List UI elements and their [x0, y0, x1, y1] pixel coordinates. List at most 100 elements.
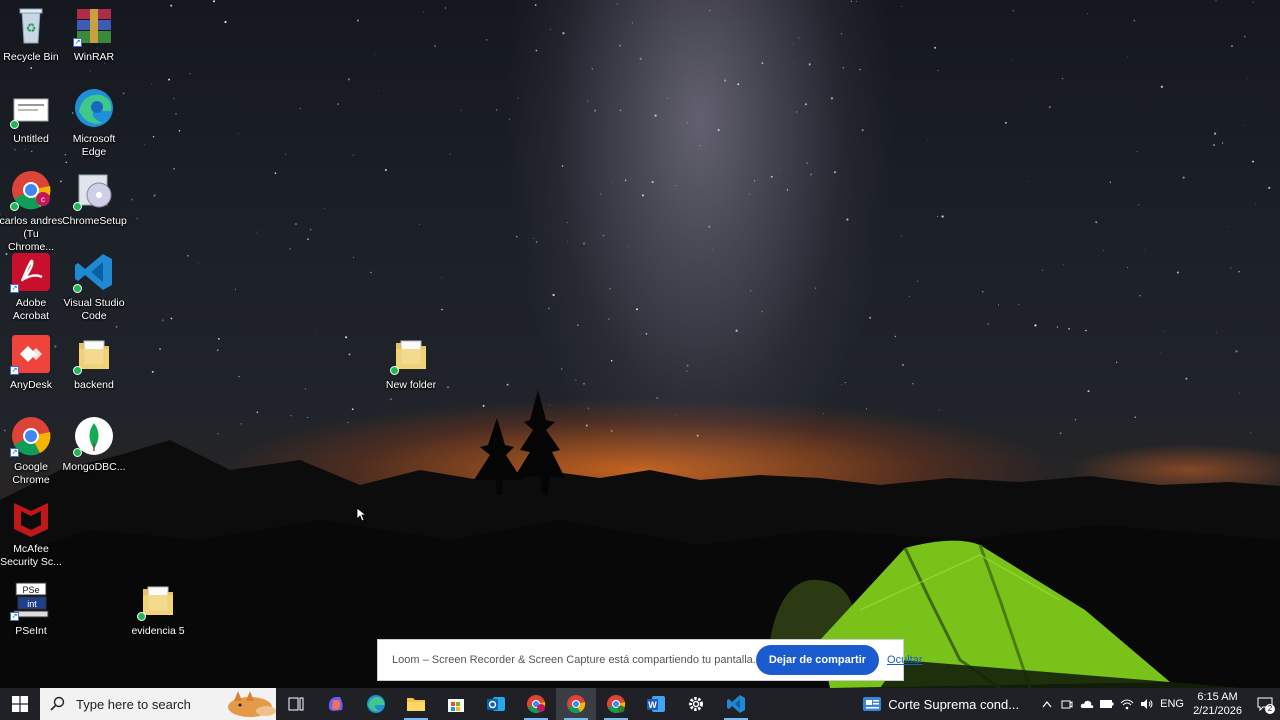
- pseint-icon: PSe int ↗: [10, 579, 52, 621]
- vscode-icon: [727, 695, 745, 713]
- notification-center-button[interactable]: 2: [1250, 688, 1280, 720]
- desktop-icon-new-folder[interactable]: New folder: [379, 333, 443, 392]
- tray-meet-now[interactable]: [1057, 688, 1077, 720]
- desktop-icon-label: carlos andres (Tu Chrome...: [0, 215, 63, 253]
- taskbar-search-box[interactable]: Type here to search: [40, 688, 276, 720]
- desktop-icon-label: AnyDesk: [9, 379, 52, 391]
- show-hidden-icons-button[interactable]: [1037, 688, 1057, 720]
- tray-language[interactable]: ENG: [1157, 688, 1187, 720]
- sync-status-icon: [73, 202, 82, 211]
- microsoft-store-icon: [448, 699, 464, 712]
- taskbar-app-copilot[interactable]: [316, 688, 356, 720]
- desktop-icon-untitled[interactable]: Untitled: [0, 87, 63, 146]
- desktop-icon-mcafee[interactable]: McAfee Security Sc...: [0, 497, 63, 569]
- file-explorer-icon: [407, 698, 425, 711]
- taskbar-app-vscode[interactable]: [716, 688, 756, 720]
- stop-sharing-button[interactable]: Dejar de compartir: [755, 645, 880, 675]
- cloud-icon: [1080, 700, 1094, 708]
- chrome-profile-icon: [527, 695, 546, 713]
- mouse-cursor-icon: [356, 507, 366, 522]
- desktop-icon-label: backend: [74, 379, 114, 391]
- recycle-bin-icon: ♻: [10, 5, 52, 47]
- desktop-icon-adobe-acrobat[interactable]: ↗ Adobe Acrobat: [0, 251, 63, 323]
- news-widget[interactable]: Corte Suprema cond...: [862, 695, 1019, 713]
- task-view-button[interactable]: [276, 688, 316, 720]
- mongodb-icon: [73, 415, 115, 457]
- desktop-icon-label: Untitled: [13, 133, 49, 145]
- screen-share-bar: Loom – Screen Recorder & Screen Capture …: [377, 639, 923, 681]
- sync-status-icon: [137, 612, 146, 621]
- tray-battery[interactable]: [1097, 688, 1117, 720]
- desktop-icon-label: MongoDBC...: [62, 461, 126, 473]
- desktop-icon-winrar[interactable]: ↗ WinRAR: [62, 5, 126, 64]
- mcafee-icon: [10, 497, 52, 539]
- wifi-icon: [1120, 699, 1134, 710]
- anydesk-icon: ↗: [10, 333, 52, 375]
- desktop-icon-vscode[interactable]: Visual Studio Code: [62, 251, 126, 323]
- desktop-icon-label: WinRAR: [73, 51, 115, 63]
- desktop-icon-label: Recycle Bin: [3, 51, 59, 63]
- taskbar-app-file-explorer[interactable]: [396, 688, 436, 720]
- desktop-icon-pseint[interactable]: PSe int ↗ PSeInt: [0, 579, 63, 638]
- taskbar-app-settings[interactable]: [676, 688, 716, 720]
- sync-status-icon: [10, 202, 19, 211]
- taskbar-app-chrome[interactable]: [556, 688, 596, 720]
- tray-volume[interactable]: [1137, 688, 1157, 720]
- desktop-icon-chrome-profile[interactable]: c carlos andres (Tu Chrome...: [0, 169, 63, 254]
- taskbar-app-outlook[interactable]: [476, 688, 516, 720]
- desktop-icon-label: PSeInt: [15, 625, 47, 637]
- sync-status-icon: [73, 284, 82, 293]
- screen-share-message: Loom – Screen Recorder & Screen Capture …: [392, 654, 756, 666]
- desktop-icon-recycle-bin[interactable]: ♻ Recycle Bin: [0, 5, 63, 64]
- vscode-icon: [73, 251, 115, 293]
- edge-icon: [73, 87, 115, 129]
- taskbar-clock[interactable]: 6:15 AM 2/21/2026: [1193, 690, 1242, 718]
- tray-onedrive[interactable]: [1077, 688, 1097, 720]
- edge-icon: [367, 695, 385, 713]
- desktop-icon-label: New folder: [385, 379, 437, 391]
- shortcut-arrow-icon: ↗: [73, 38, 82, 47]
- taskbar-app-edge[interactable]: [356, 688, 396, 720]
- taskbar-app-chrome-profile[interactable]: [516, 688, 556, 720]
- hide-link[interactable]: Ocultar: [887, 654, 922, 666]
- tray-network[interactable]: [1117, 688, 1137, 720]
- taskbar-app-chrome-second[interactable]: [596, 688, 636, 720]
- svg-text:W: W: [648, 700, 657, 710]
- svg-text:c: c: [41, 195, 45, 204]
- chevron-up-icon: [1042, 701, 1052, 708]
- desktop-icon-microsoft-edge[interactable]: Microsoft Edge: [62, 87, 126, 159]
- desktop-icon-label: Visual Studio Code: [63, 297, 125, 322]
- gear-icon: [689, 697, 703, 711]
- desktop: ♻ Recycle Bin ↗ WinRAR Untitled Microsof…: [0, 0, 1280, 688]
- desktop-icon-label: ChromeSetup: [62, 215, 127, 227]
- shortcut-arrow-icon: ↗: [10, 284, 19, 293]
- desktop-icon-backend[interactable]: backend: [62, 333, 126, 392]
- svg-text:♻: ♻: [26, 21, 37, 35]
- winrar-icon: ↗: [73, 5, 115, 47]
- desktop-icon-evidencia-5[interactable]: evidencia 5: [126, 579, 190, 638]
- taskbar-app-word[interactable]: W: [636, 688, 676, 720]
- outlook-icon: [487, 697, 505, 711]
- search-highlight-fox-icon: [228, 691, 276, 717]
- search-icon: [50, 696, 65, 711]
- battery-icon: [1100, 700, 1114, 708]
- chrome-setup-icon: [73, 169, 115, 211]
- system-tray: Corte Suprema cond... ENG 6:15 AM 2/21/2…: [862, 688, 1280, 720]
- camera-icon: [1061, 700, 1073, 709]
- taskbar-app-microsoft-store[interactable]: [436, 688, 476, 720]
- word-icon: W: [647, 696, 665, 712]
- desktop-icon-mongodb-compass[interactable]: MongoDBC...: [62, 415, 126, 474]
- search-placeholder: Type here to search: [76, 696, 191, 712]
- desktop-icon-label: evidencia 5: [131, 625, 185, 637]
- desktop-icon-chromesetup[interactable]: ChromeSetup: [62, 169, 127, 228]
- start-button[interactable]: [0, 688, 40, 720]
- shortcut-arrow-icon: ↗: [10, 448, 19, 457]
- clock-date: 2/21/2026: [1193, 705, 1242, 717]
- wallpaper-landscape: [0, 390, 1280, 688]
- desktop-icon-label: McAfee Security Sc...: [0, 543, 62, 568]
- desktop-icon-anydesk[interactable]: ↗ AnyDesk: [0, 333, 63, 392]
- svg-text:PSe: PSe: [22, 585, 39, 595]
- acrobat-icon: ↗: [10, 251, 52, 293]
- desktop-icon-google-chrome[interactable]: ↗ Google Chrome: [0, 415, 63, 487]
- sync-status-icon: [390, 366, 399, 375]
